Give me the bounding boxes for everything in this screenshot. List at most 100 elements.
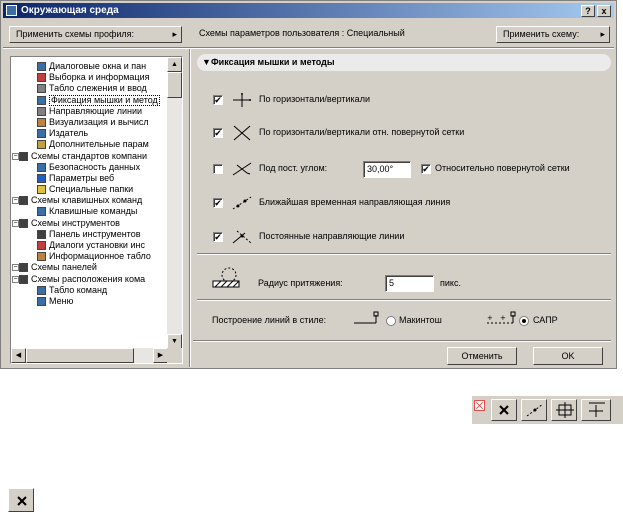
apply-profile-button[interactable]: Применить схемы профиля: ▸ [9, 26, 182, 43]
toolbar-close-icon[interactable] [474, 400, 485, 411]
x-snap-icon [499, 405, 509, 415]
mac-style-radio[interactable] [386, 316, 396, 326]
toolbar-temp-guide-button[interactable] [521, 399, 547, 421]
tree-item-label: Дополнительные парам [49, 139, 149, 150]
snap-icon [37, 95, 46, 105]
folder-icon [19, 218, 28, 228]
section-header[interactable]: ▼ Фиксация мышки и методы [197, 54, 611, 71]
tree-item[interactable]: − Схемы расположения кома [11, 274, 169, 285]
tree-item[interactable]: Фиксация мышки и метод [11, 94, 169, 106]
tree-vertical-scrollbar[interactable]: ▲ ▼ [167, 57, 182, 349]
svg-text:+: + [487, 314, 493, 322]
guide-lines-icon [37, 106, 46, 116]
snap-radius-unit: пикс. [440, 278, 461, 288]
temp-guide-checkbox[interactable]: ✔ [213, 198, 223, 208]
tree-item-label: Визуализация и вычисл [49, 116, 149, 127]
axis-cross-icon [589, 402, 605, 417]
hscroll-thumb[interactable] [26, 348, 134, 363]
orthogonal-label: По горизонтали/вертикали [259, 94, 370, 104]
tree-item[interactable]: Диалоги установки инс [11, 240, 169, 251]
tree-item-label: Специальные папки [49, 184, 134, 195]
tree-item[interactable]: Диалоговые окна и пан [11, 61, 169, 72]
permanent-guide-checkbox[interactable]: ✔ [213, 232, 223, 242]
cad-style-radio[interactable] [519, 316, 529, 326]
scroll-down-button[interactable]: ▼ [167, 334, 182, 349]
menu-arrow-icon: ▸ [600, 29, 605, 39]
mac-style-icon [354, 311, 379, 324]
tree-item[interactable]: Меню [11, 296, 169, 307]
tree-item-label: Табло слежения и ввод [49, 83, 147, 94]
tree-item-label: Клавишные команды [49, 206, 138, 217]
toolbar-orthogonal-button[interactable] [581, 399, 611, 421]
folder-icon [19, 151, 28, 161]
relative-grid-label: Относительно повернутой сетки [435, 163, 570, 173]
option-permanent-guide: ✔ Постоянные направляющие линии [197, 229, 611, 249]
diagonal-cross-icon [233, 125, 251, 141]
menu-icon [37, 296, 46, 306]
tree-item-label: Информационное табло [49, 251, 151, 262]
tree-item[interactable]: Издатель [11, 128, 169, 139]
angle-icon [232, 162, 252, 176]
tree-item[interactable]: − Схемы стандартов компани [11, 151, 169, 162]
tree-item[interactable]: Панель инструментов [11, 229, 169, 240]
publisher-icon [37, 129, 46, 139]
tree-item[interactable]: Параметры веб [11, 173, 169, 184]
scroll-up-button[interactable]: ▲ [167, 57, 182, 72]
cancel-button[interactable]: Отменить [447, 347, 517, 365]
tree-item-label: Диалоги установки инс [49, 240, 145, 250]
standalone-snap-button[interactable] [8, 488, 34, 512]
scroll-left-button[interactable]: ◀ [11, 348, 26, 363]
pane-splitter[interactable] [189, 49, 191, 367]
close-button[interactable]: x [597, 5, 611, 17]
tree-item[interactable]: Выборка и информация [11, 72, 169, 83]
ok-button[interactable]: OK [533, 347, 603, 365]
permanent-guide-icon [232, 230, 252, 244]
tree-item-label: Схемы панелей [31, 262, 97, 273]
apply-scheme-label: Применить схему: [503, 29, 580, 39]
help-button[interactable]: ? [581, 5, 595, 17]
constant-angle-checkbox[interactable] [213, 164, 223, 174]
tree-item[interactable]: Визуализация и вычисл [11, 117, 169, 128]
rotated-grid-checkbox[interactable]: ✔ [213, 128, 223, 138]
tree-item-label: Параметры веб [49, 172, 115, 183]
collapse-toggle-icon[interactable]: − [12, 197, 19, 205]
tree-item[interactable]: − Схемы клавишных команд [11, 195, 169, 206]
apply-scheme-button[interactable]: Применить схему: ▸ [496, 26, 610, 43]
menu-arrow-icon: ▸ [172, 29, 177, 39]
scroll-right-button[interactable]: ▶ [153, 348, 168, 363]
tree-item[interactable]: Безопасность данных [11, 162, 169, 173]
tree-item[interactable]: − Схемы панелей [11, 262, 169, 273]
collapse-toggle-icon[interactable]: − [12, 219, 19, 227]
tree-item[interactable]: − Схемы инструментов [11, 218, 169, 229]
tree-item[interactable]: Информационное табло [11, 251, 169, 262]
scroll-thumb[interactable] [167, 72, 182, 98]
settings-tree[interactable]: Диалоговые окна и пан Выборка и информаци… [10, 56, 183, 364]
tree-horizontal-scrollbar[interactable]: ◀ ▶ [11, 348, 168, 363]
folder-icon [19, 274, 28, 284]
tree-item-label: Схемы расположения кома [31, 273, 146, 284]
toolbar-snap-toggle-button[interactable] [491, 399, 517, 421]
tree-item-label: Панель инструментов [49, 228, 141, 239]
tree-item[interactable]: Клавишные команды [11, 206, 169, 217]
tree-item[interactable]: Табло команд [11, 285, 169, 296]
collapse-toggle-icon[interactable]: − [12, 275, 19, 283]
toolbar-grid-snap-button[interactable] [551, 399, 577, 421]
collapse-toggle-icon[interactable]: − [12, 152, 19, 160]
orthogonal-checkbox[interactable]: ✔ [213, 95, 223, 105]
title-bar: Окружающая среда ? x [3, 3, 614, 18]
folder-icon [19, 196, 28, 206]
extra-params-icon [37, 140, 46, 150]
tree-item-label: Схемы клавишных команд [31, 195, 143, 206]
tree-item[interactable]: Табло слежения и ввод [11, 83, 169, 94]
dialog-icon [37, 62, 46, 71]
grid-snap-icon [556, 402, 574, 418]
relative-grid-checkbox[interactable]: ✔ [421, 164, 431, 174]
render-icon [37, 117, 46, 127]
snap-radius-input[interactable]: 5 [385, 275, 434, 292]
tree-item[interactable]: Специальные папки [11, 184, 169, 195]
angle-input[interactable]: 30,00° [363, 161, 411, 178]
tree-item[interactable]: Направляющие линии [11, 106, 169, 117]
tree-item-label: Схемы стандартов компани [31, 150, 148, 161]
tree-item[interactable]: Дополнительные парам [11, 139, 169, 150]
collapse-toggle-icon[interactable]: − [12, 264, 19, 272]
